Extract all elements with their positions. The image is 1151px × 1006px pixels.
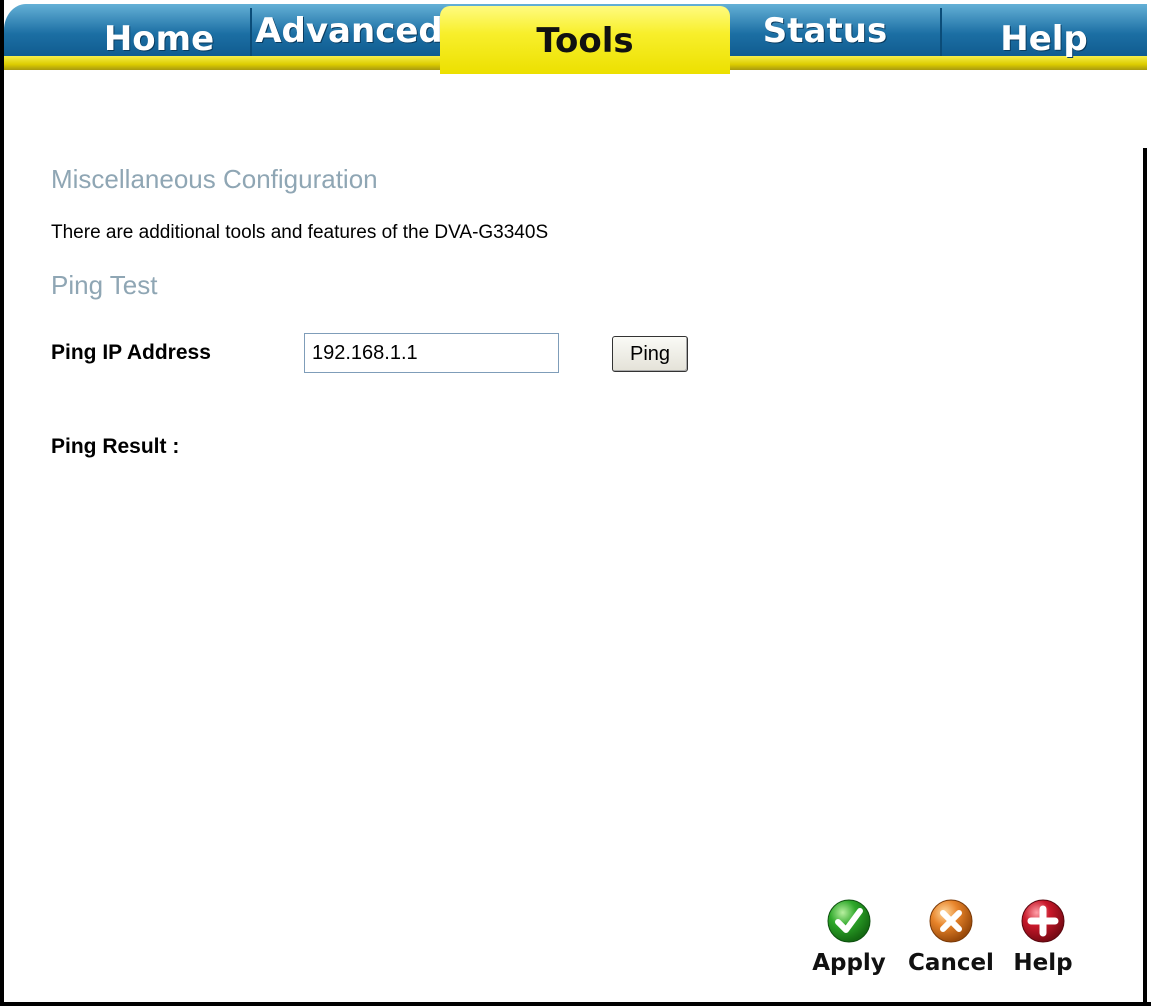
tab-status[interactable]: Status: [730, 4, 920, 60]
section-description: There are additional tools and features …: [51, 222, 549, 243]
x-icon: [929, 899, 973, 943]
tab-advanced[interactable]: Advanced: [254, 4, 444, 68]
tab-divider: [940, 8, 942, 56]
ping-result-label: Ping Result :: [51, 435, 180, 458]
tab-tools[interactable]: Tools: [440, 6, 730, 74]
cancel-label: Cancel: [908, 950, 994, 976]
cancel-button[interactable]: Cancel: [906, 898, 996, 976]
help-label: Help: [1013, 950, 1073, 976]
help-button[interactable]: Help: [998, 898, 1088, 976]
section-title: Miscellaneous Configuration: [51, 164, 378, 194]
tab-divider: [250, 8, 252, 56]
ping-button[interactable]: Ping: [612, 336, 688, 372]
ping-ip-label: Ping IP Address: [51, 341, 211, 364]
check-icon: [827, 899, 871, 943]
apply-label: Apply: [812, 950, 886, 976]
page-frame: [0, 0, 1151, 1006]
tab-help[interactable]: Help: [944, 4, 1144, 66]
right-border: [1143, 148, 1147, 1006]
ping-ip-input[interactable]: [304, 333, 559, 373]
apply-button[interactable]: Apply: [804, 898, 894, 976]
tab-home[interactable]: Home: [64, 4, 254, 66]
plus-icon: [1021, 899, 1065, 943]
top-navigation: Home Advanced Tools Status Help: [4, 0, 1147, 74]
ping-section-title: Ping Test: [51, 270, 158, 300]
